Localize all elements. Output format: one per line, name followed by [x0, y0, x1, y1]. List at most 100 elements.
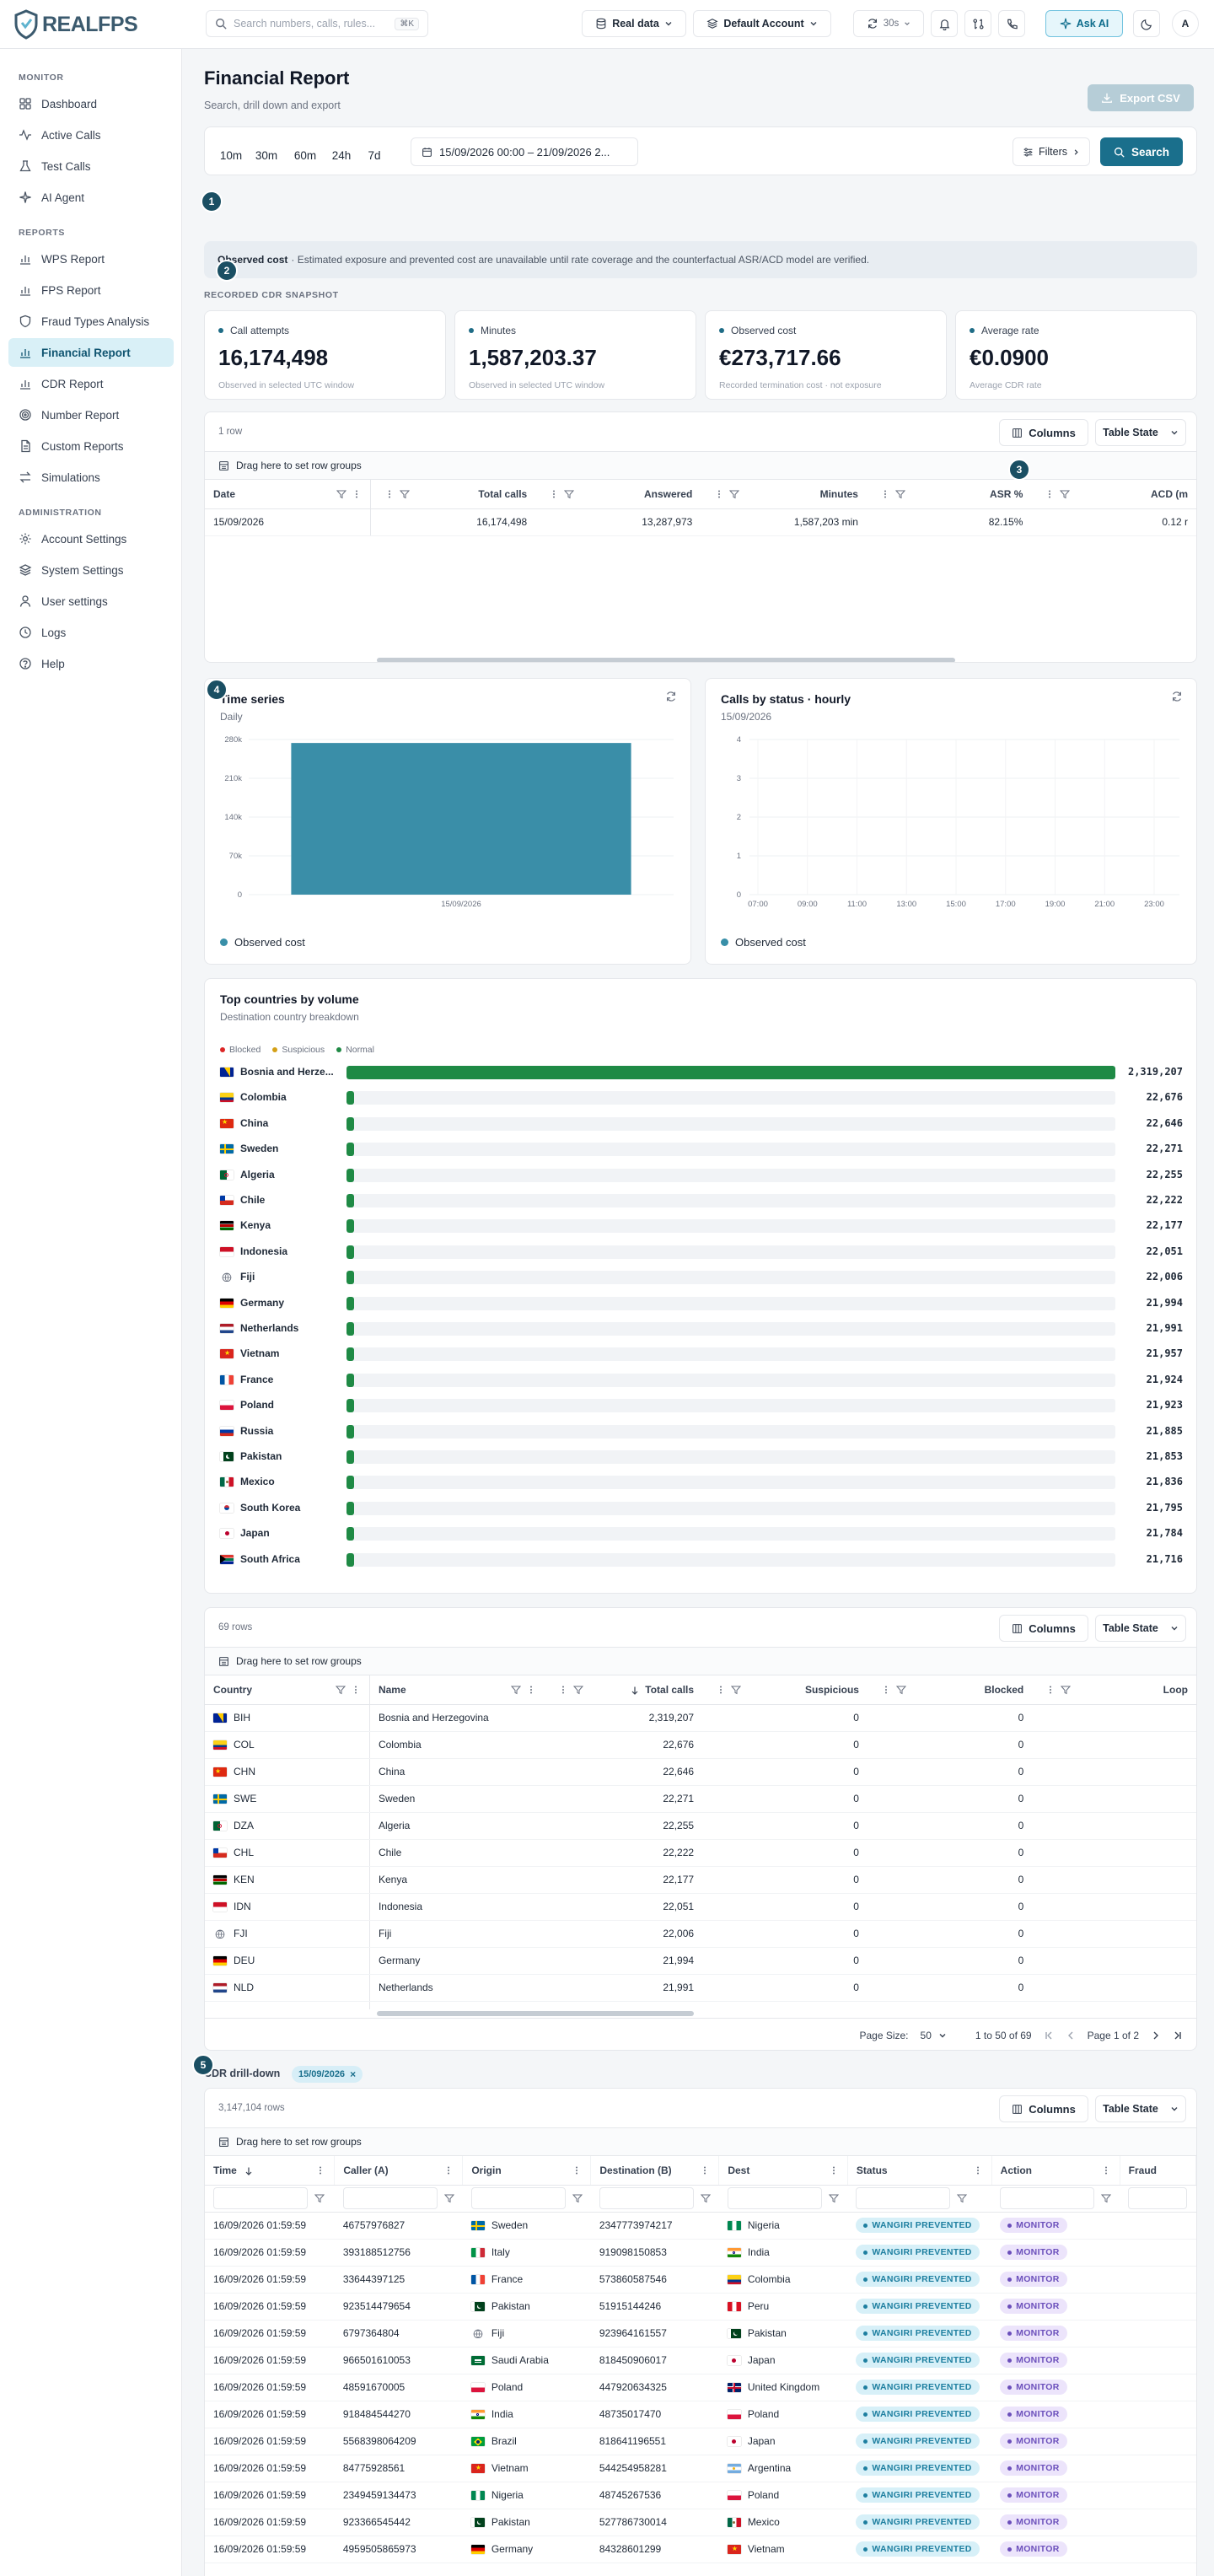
sidebar-item-help[interactable]: Help [8, 649, 174, 678]
table-row[interactable]: NLD Netherlands 21,991 0 0 [205, 1974, 1196, 2002]
column-header[interactable]: Answered [535, 480, 701, 509]
column-header[interactable]: Total calls [370, 480, 536, 509]
sidebar-item-wps-report[interactable]: WPS Report [8, 245, 174, 273]
horizontal-scrollbar[interactable] [377, 2011, 694, 2016]
country-bar-row[interactable]: Fiji 22,006 [205, 1268, 1198, 1287]
filter-icon[interactable] [731, 1685, 742, 1695]
columns-button[interactable]: Columns [999, 2095, 1088, 2122]
export-csv-button[interactable]: Export CSV [1088, 84, 1194, 111]
user-avatar[interactable]: A [1172, 10, 1199, 37]
country-bar-row[interactable]: South Korea 21,795 [205, 1499, 1198, 1518]
range-24h[interactable]: 24h [328, 143, 355, 167]
sidebar-item-custom-reports[interactable]: Custom Reports [8, 432, 174, 460]
column-filter-input[interactable] [599, 2187, 694, 2209]
table-row[interactable]: 16/09/2026 01:59:59 4959505865973 Germany 8… [205, 2536, 1196, 2563]
filter-icon[interactable] [1060, 489, 1071, 499]
column-filter-input[interactable] [470, 2187, 566, 2209]
range-60m[interactable]: 60m [291, 143, 320, 167]
filter-icon[interactable] [335, 1685, 346, 1695]
table-row[interactable]: 16/09/2026 01:59:59 33644397125 France 5738… [205, 2266, 1196, 2294]
refresh-icon[interactable] [1171, 691, 1183, 702]
column-header[interactable]: Origin [462, 2156, 592, 2186]
phone-button[interactable] [998, 10, 1025, 37]
page-size-select[interactable]: 50 [921, 2030, 947, 2041]
country-bar-row[interactable]: Sweden 22,271 [205, 1140, 1198, 1159]
range-30m[interactable]: 30m [252, 143, 281, 167]
column-menu-icon[interactable] [973, 2165, 983, 2175]
ask-ai-button[interactable]: Ask AI [1045, 10, 1123, 37]
country-bar-row[interactable]: ★ Vietnam 21,957 [205, 1345, 1198, 1363]
country-bar-row[interactable]: Japan 21,784 [205, 1525, 1198, 1543]
table-row[interactable]: 16/09/2026 01:59:59 46757976827 Sweden 2347… [205, 2212, 1196, 2240]
filter-icon[interactable] [399, 489, 410, 499]
global-search[interactable]: Search numbers, calls, rules... ⌘K [206, 10, 428, 37]
country-bar-row[interactable]: Russia 21,885 [205, 1422, 1198, 1441]
bar[interactable] [291, 743, 631, 895]
column-filter-input[interactable] [856, 2187, 951, 2209]
sort-desc-icon[interactable] [244, 2166, 254, 2176]
column-filter-input[interactable] [1128, 2187, 1188, 2209]
country-bar-row[interactable]: Bosnia and Herze... 2,319,207 [205, 1063, 1198, 1082]
sidebar-item-financial-report[interactable]: Financial Report [8, 338, 174, 367]
column-header[interactable]: Country [205, 1675, 370, 1705]
table-row[interactable]: BIH Bosnia and Herzegovina 2,319,207 0 0 [205, 1704, 1196, 1732]
table-row[interactable]: ★VNMVietnam21,95700 [205, 2001, 1196, 2009]
table-row[interactable]: SWE Sweden 22,271 0 0 [205, 1785, 1196, 1813]
column-menu-icon[interactable] [829, 2165, 839, 2175]
table-row[interactable]: 16/09/2026 01:59:59 923514479654 Pakistan 5… [205, 2293, 1196, 2321]
table-row[interactable]: FJI Fiji 22,006 0 0 [205, 1920, 1196, 1948]
columns-button[interactable]: Columns [999, 419, 1088, 446]
sidebar-item-fps-report[interactable]: FPS Report [8, 276, 174, 304]
column-menu-icon[interactable] [572, 2165, 582, 2175]
search-button[interactable]: Search [1100, 137, 1183, 166]
pull-request-button[interactable] [964, 10, 991, 37]
table-row[interactable]: KEN Kenya 22,177 0 0 [205, 1866, 1196, 1894]
filter-icon[interactable] [443, 2193, 454, 2203]
account-select[interactable]: Default Account [693, 10, 831, 37]
column-filter-input[interactable] [1000, 2187, 1095, 2209]
column-menu-icon[interactable] [1045, 489, 1055, 499]
table-row[interactable]: 16/09/2026 01:59:59 5568398064209 Brazil 81… [205, 2428, 1196, 2455]
sidebar-item-fraud-types-analysis[interactable]: Fraud Types Analysis [8, 307, 174, 336]
filter-icon[interactable] [314, 2193, 325, 2203]
column-header[interactable]: Blocked [867, 1675, 1033, 1705]
column-menu-icon[interactable] [881, 1685, 891, 1695]
column-header[interactable]: Destination (B) [590, 2156, 720, 2186]
column-filter-input[interactable] [727, 2187, 822, 2209]
column-header[interactable]: ACD (m [1031, 480, 1196, 509]
column-header[interactable]: ASR % [866, 480, 1032, 509]
table-row[interactable]: CHL Chile 22,222 0 0 [205, 1839, 1196, 1867]
country-bar-row[interactable]: Chile 22,222 [205, 1191, 1198, 1210]
refresh-icon[interactable] [665, 691, 677, 702]
column-header[interactable]: Total calls [545, 1675, 703, 1705]
range-7d[interactable]: 7d [365, 143, 384, 167]
row-group-dropzone[interactable]: Drag here to set row groups [205, 1647, 1196, 1675]
sidebar-item-number-report[interactable]: Number Report [8, 401, 174, 429]
column-header[interactable]: Minutes [701, 480, 867, 509]
range-10m[interactable]: 10m [218, 143, 244, 167]
country-bar-row[interactable]: Netherlands 21,991 [205, 1320, 1198, 1338]
country-bar-row[interactable]: ★ China 22,646 [205, 1115, 1198, 1133]
columns-button[interactable]: Columns [999, 1615, 1088, 1642]
column-header[interactable]: Name [369, 1675, 545, 1705]
table-row[interactable]: 16/09/2026 01:59:59 6797364804 Fiji 9239641… [205, 2320, 1196, 2347]
filter-icon[interactable] [894, 489, 905, 499]
filter-icon[interactable] [573, 1685, 584, 1695]
column-header[interactable]: Dest [718, 2156, 848, 2186]
country-bar-row[interactable]: Poland 21,923 [205, 1396, 1198, 1415]
country-bar-row[interactable]: Pakistan 21,853 [205, 1448, 1198, 1466]
column-header[interactable]: Time [205, 2156, 336, 2186]
sidebar-item-dashboard[interactable]: Dashboard [8, 89, 174, 118]
column-menu-icon[interactable] [716, 1685, 726, 1695]
sidebar-item-ai-agent[interactable]: AI Agent [8, 183, 174, 212]
column-header[interactable]: Action [991, 2156, 1120, 2186]
table-state-button[interactable]: Table State [1095, 2095, 1186, 2122]
filter-icon[interactable] [729, 489, 740, 499]
column-menu-icon[interactable] [352, 489, 362, 499]
column-menu-icon[interactable] [558, 1685, 568, 1695]
sidebar-item-logs[interactable]: Logs [8, 618, 174, 647]
column-header[interactable]: Fraud [1120, 2156, 1196, 2186]
table-row[interactable]: COL Colombia 22,676 0 0 [205, 1731, 1196, 1759]
column-menu-icon[interactable] [315, 2165, 325, 2175]
notifications-button[interactable] [931, 10, 958, 37]
